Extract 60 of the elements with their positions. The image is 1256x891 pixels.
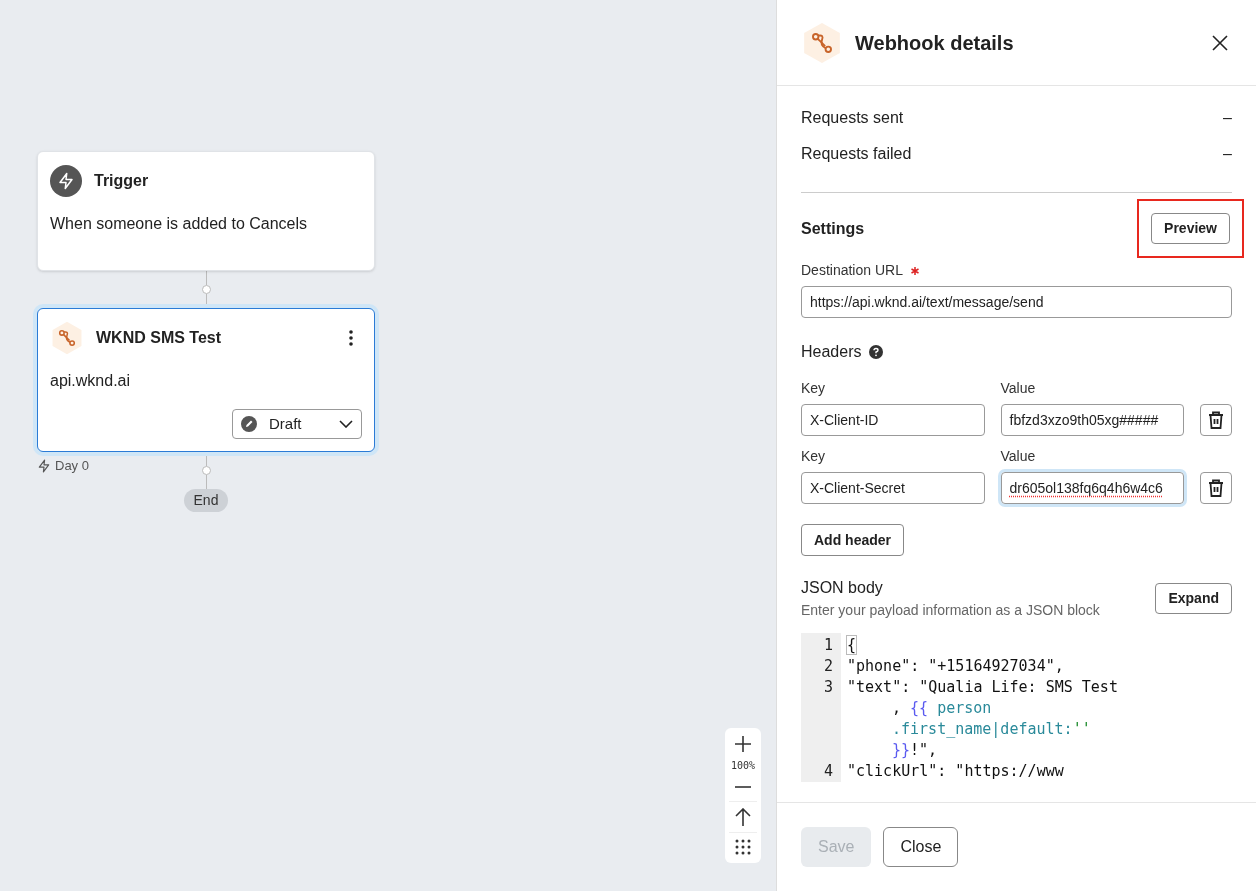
panel-title: Webhook details xyxy=(855,30,1015,56)
key-field[interactable]: X-Client-Secret xyxy=(801,472,985,504)
code-line: "clickUrl": "https://www xyxy=(847,761,1065,782)
delay-label: Day 0 xyxy=(55,457,89,475)
node-description: When someone is added to Cancels xyxy=(50,214,309,234)
more-icon[interactable] xyxy=(348,329,354,347)
section-label: JSON body xyxy=(801,578,884,598)
key-field[interactable]: X-Client-ID xyxy=(801,404,985,436)
section-hint: Enter your payload information as a JSON block xyxy=(801,601,1100,620)
stat-value: – xyxy=(1223,144,1232,164)
stat-label: Requests sent xyxy=(801,108,904,128)
webhook-icon xyxy=(50,321,84,355)
url-field[interactable]: https://api.wknd.ai/text/message/send xyxy=(801,286,1232,318)
chevron-down-icon xyxy=(339,420,353,428)
add-header-button[interactable]: Add header xyxy=(801,524,904,556)
code-editor[interactable]: 1 2 3 4 { "phone": "+15164927034", "text": "Qualia Life: SMS Test , {{ person .first_name|default:'' }}!", "clickUrl": "https://www xyxy=(801,633,1232,782)
bolt-icon xyxy=(37,458,51,473)
value-field[interactable]: fbfzd3xzo9th05xg##### xyxy=(1000,404,1185,436)
preview-button[interactable]: Preview xyxy=(1151,213,1230,244)
code-line: .first_name|default:'' xyxy=(891,719,1092,740)
field-label: Value xyxy=(1000,447,1037,466)
zoom-in-icon[interactable] xyxy=(735,736,751,752)
delete-button[interactable] xyxy=(1200,404,1232,436)
section-heading: Settings xyxy=(801,218,865,239)
code-line: , {{ person xyxy=(891,698,993,719)
delete-button[interactable] xyxy=(1200,472,1232,504)
stat-value: – xyxy=(1223,108,1232,128)
code-line: { xyxy=(847,635,858,656)
node-title: WKND SMS Test xyxy=(96,328,223,348)
expand-button[interactable]: Expand xyxy=(1155,583,1232,614)
node-description: api.wknd.ai xyxy=(50,371,132,391)
zoom-level: 100% xyxy=(730,759,756,773)
code-line: "text": "Qualia Life: SMS Test xyxy=(847,677,1118,698)
stat-label: Requests failed xyxy=(801,144,912,164)
trash-icon xyxy=(1207,410,1226,430)
pencil-icon xyxy=(241,416,257,432)
code-line: "phone": "+15164927034", xyxy=(847,656,1065,677)
field-label: Value xyxy=(1000,379,1037,398)
trash-icon xyxy=(1207,478,1226,498)
end-label: End xyxy=(183,489,229,512)
flow-node[interactable]: Trigger When someone is added to Cancels xyxy=(37,151,375,271)
field-label: Destination URL xyxy=(801,261,903,280)
bolt-glyph-icon xyxy=(57,172,75,190)
status-dropdown[interactable]: Draft xyxy=(232,409,362,439)
node-title: Trigger xyxy=(94,171,150,191)
line-number: 1 xyxy=(823,635,833,656)
value-field[interactable]: dr605ol138fq6q4h6w4c6 xyxy=(1000,472,1185,504)
field-label: Key xyxy=(801,447,827,466)
section-label: Headers xyxy=(801,342,862,362)
line-number: 2 xyxy=(823,656,833,677)
grid-icon[interactable] xyxy=(735,839,751,855)
close-icon[interactable] xyxy=(1212,34,1228,51)
code-line: }}!", xyxy=(891,740,939,761)
webhook-icon xyxy=(801,21,843,64)
arrow-up-icon[interactable] xyxy=(735,808,751,826)
line-number: 4 xyxy=(823,761,833,782)
field-label: Key xyxy=(801,379,827,398)
line-number: 3 xyxy=(823,677,833,698)
close-button[interactable]: Close xyxy=(883,827,959,867)
help-icon[interactable] xyxy=(869,345,884,359)
